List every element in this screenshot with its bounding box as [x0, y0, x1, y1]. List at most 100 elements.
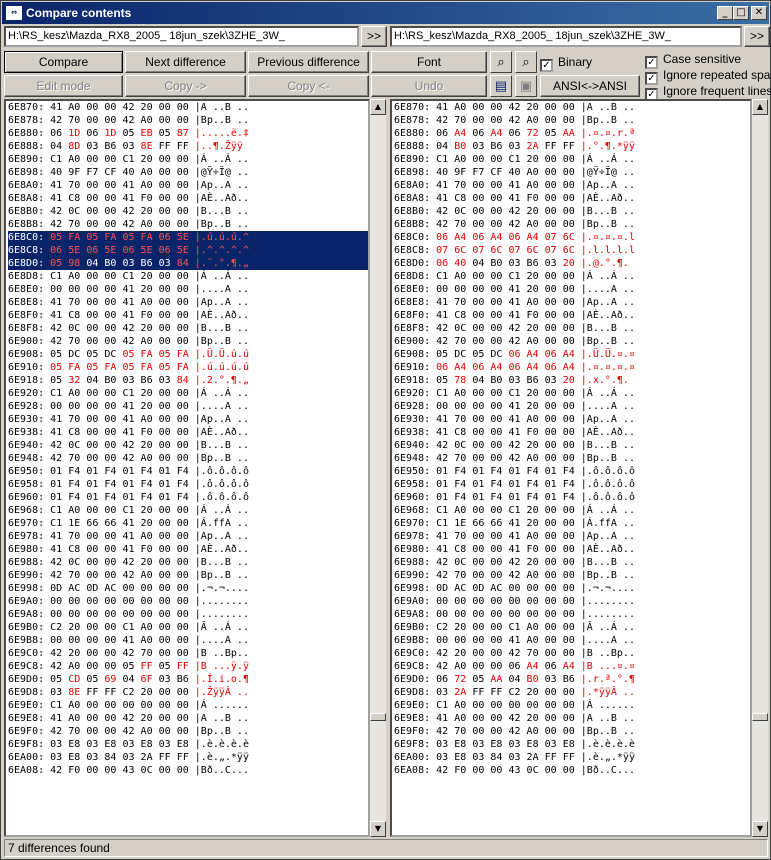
hex-line[interactable]: 6E8C0: 06 A4 06 A4 06 A4 07 6C |.¤.¤.¤.l — [394, 231, 750, 244]
hex-line[interactable]: 6E9F8: 03 E8 03 E8 03 E8 03 E8 |.è.è.è.è — [8, 738, 368, 751]
hex-line[interactable]: 6E930: 41 70 00 00 41 A0 00 00 |Ap..A .. — [8, 413, 368, 426]
hex-line[interactable]: 6E888: 04 8D 03 B6 03 8E FF FF |..¶.Žÿÿ — [8, 140, 368, 153]
hex-line[interactable]: 6E8F0: 41 C8 00 00 41 F0 00 00 |AÈ..Að.. — [8, 309, 368, 322]
hex-line[interactable]: 6E990: 42 70 00 00 42 A0 00 00 |Bp..B .. — [8, 569, 368, 582]
save-icon[interactable]: ▣ — [515, 75, 537, 97]
case-sensitive-checkbox[interactable]: ✓ Case sensitive — [645, 52, 741, 69]
right-hex-pane[interactable]: 6E870: 41 A0 00 00 42 20 00 00 |A ..B ..… — [390, 99, 752, 837]
hex-line[interactable]: 6E8F8: 42 0C 00 00 42 20 00 00 |B...B .. — [394, 322, 750, 335]
hex-line[interactable]: 6E9B8: 00 00 00 00 41 A0 00 00 |....A .. — [8, 634, 368, 647]
hex-line[interactable]: 6E960: 01 F4 01 F4 01 F4 01 F4 |.ô.ô.ô.ô — [394, 491, 750, 504]
hex-line[interactable]: 6EA08: 42 F0 00 00 43 0C 00 00 |Bð..C... — [8, 764, 368, 777]
hex-line[interactable]: 6E9A8: 00 00 00 00 00 00 00 00 |........ — [8, 608, 368, 621]
hex-line[interactable]: 6E930: 41 70 00 00 41 A0 00 00 |Ap..A .. — [394, 413, 750, 426]
hex-line[interactable]: 6E920: C1 A0 00 00 C1 20 00 00 |Á ..Á .. — [394, 387, 750, 400]
right-scroll-thumb[interactable] — [752, 713, 768, 721]
hex-line[interactable]: 6E900: 42 70 00 00 42 A0 00 00 |Bp..B .. — [394, 335, 750, 348]
hex-line[interactable]: 6E990: 42 70 00 00 42 A0 00 00 |Bp..B .. — [394, 569, 750, 582]
hex-line[interactable]: 6E950: 01 F4 01 F4 01 F4 01 F4 |.ô.ô.ô.ô — [8, 465, 368, 478]
hex-line[interactable]: 6E958: 01 F4 01 F4 01 F4 01 F4 |.ô.ô.ô.ô — [394, 478, 750, 491]
hex-line[interactable]: 6E9C8: 42 A0 00 00 05 FF 05 FF |B ...ÿ.ÿ — [8, 660, 368, 673]
scroll-up-icon[interactable]: ▲ — [752, 99, 768, 115]
hex-line[interactable]: 6E9D8: 03 8E FF FF C2 20 00 00 |.ŽÿÿÂ .. — [8, 686, 368, 699]
hex-line[interactable]: 6E8A0: 41 70 00 00 41 A0 00 00 |Ap..A .. — [394, 179, 750, 192]
hex-line[interactable]: 6E8A0: 41 70 00 00 41 A0 00 00 |Ap..A .. — [8, 179, 368, 192]
hex-line[interactable]: 6E998: 0D AC 0D AC 00 00 00 00 |.¬.¬.... — [394, 582, 750, 595]
hex-line[interactable]: 6E8C0: 05 FA 05 FA 05 FA 06 5E |.ú.ú.ú.^ — [8, 231, 368, 244]
hex-line[interactable]: 6E970: C1 1E 66 66 41 20 00 00 |Á.ffA .. — [394, 517, 750, 530]
hex-line[interactable]: 6E880: 06 1D 06 1D 05 EB 05 87 |.....ë.‡ — [8, 127, 368, 140]
hex-line[interactable]: 6E8B0: 42 0C 00 00 42 20 00 00 |B...B .. — [8, 205, 368, 218]
hex-line[interactable]: 6E9F0: 42 70 00 00 42 A0 00 00 |Bp..B .. — [8, 725, 368, 738]
hex-line[interactable]: 6E938: 41 C8 00 00 41 F0 00 00 |AÈ..Að.. — [394, 426, 750, 439]
hex-line[interactable]: 6E8F0: 41 C8 00 00 41 F0 00 00 |AÈ..Að.. — [394, 309, 750, 322]
hex-line[interactable]: 6E9D0: 05 CD 05 69 04 6F 03 B6 |.Í.i.o.¶ — [8, 673, 368, 686]
hex-line[interactable]: 6E9B8: 00 00 00 00 41 A0 00 00 |....A .. — [394, 634, 750, 647]
hex-line[interactable]: 6E870: 41 A0 00 00 42 20 00 00 |A ..B .. — [394, 101, 750, 114]
hex-line[interactable]: 6E8B8: 42 70 00 00 42 A0 00 00 |Bp..B .. — [8, 218, 368, 231]
compare-button[interactable]: Compare — [4, 51, 123, 73]
hex-line[interactable]: 6E878: 42 70 00 00 42 A0 00 00 |Bp..B .. — [394, 114, 750, 127]
hex-line[interactable]: 6E8C8: 07 6C 07 6C 07 6C 07 6C |.l.l.l.l — [394, 244, 750, 257]
hex-line[interactable]: 6E898: 40 9F F7 CF 40 A0 00 00 |@Ÿ÷Ï@ .. — [8, 166, 368, 179]
hex-line[interactable]: 6E890: C1 A0 00 00 C1 20 00 00 |Á ..Á .. — [8, 153, 368, 166]
left-scrollbar[interactable]: ▲ ▼ — [370, 99, 386, 837]
hex-line[interactable]: 6E9E8: 41 A0 00 00 42 20 00 00 |A ..B .. — [8, 712, 368, 725]
hex-line[interactable]: 6E9B0: C2 20 00 00 C1 A0 00 00 |Â ..Á .. — [8, 621, 368, 634]
hex-line[interactable]: 6E998: 0D AC 0D AC 00 00 00 00 |.¬.¬.... — [8, 582, 368, 595]
hex-line[interactable]: 6E988: 42 0C 00 00 42 20 00 00 |B...B .. — [8, 556, 368, 569]
scroll-down-icon[interactable]: ▼ — [752, 821, 768, 837]
hex-line[interactable]: 6E8D8: C1 A0 00 00 C1 20 00 00 |Á ..Á .. — [394, 270, 750, 283]
hex-line[interactable]: 6E910: 06 A4 06 A4 06 A4 06 A4 |.¤.¤.¤.¤ — [394, 361, 750, 374]
hex-line[interactable]: 6E9F0: 42 70 00 00 42 A0 00 00 |Bp..B .. — [394, 725, 750, 738]
hex-line[interactable]: 6E948: 42 70 00 00 42 A0 00 00 |Bp..B .. — [8, 452, 368, 465]
right-file-path[interactable]: H:\RS_kesz\Mazda_RX8_2005_ 18jun_szek\3Z… — [390, 26, 742, 47]
copy-left-button[interactable]: Copy <- — [248, 75, 369, 97]
hex-line[interactable]: 6E968: C1 A0 00 00 C1 20 00 00 |Á ..Á .. — [394, 504, 750, 517]
hex-line[interactable]: 6E8A8: 41 C8 00 00 41 F0 00 00 |AÈ..Að.. — [8, 192, 368, 205]
hex-line[interactable]: 6E928: 00 00 00 00 41 20 00 00 |....A .. — [8, 400, 368, 413]
hex-line[interactable]: 6E908: 05 DC 05 DC 06 A4 06 A4 |.Ü.Ü.¤.¤ — [394, 348, 750, 361]
hex-line[interactable]: 6E900: 42 70 00 00 42 A0 00 00 |Bp..B .. — [8, 335, 368, 348]
hex-line[interactable]: 6E878: 42 70 00 00 42 A0 00 00 |Bp..B .. — [8, 114, 368, 127]
next-difference-button[interactable]: Next difference — [125, 51, 246, 73]
hex-line[interactable]: 6E9E0: C1 A0 00 00 00 00 00 00 |Á ...... — [394, 699, 750, 712]
font-button[interactable]: Font — [371, 51, 487, 73]
undo-button[interactable]: Undo — [371, 75, 487, 97]
left-hex-pane[interactable]: 6E870: 41 A0 00 00 42 20 00 00 |A ..B ..… — [4, 99, 370, 837]
copy-right-button[interactable]: Copy -> — [125, 75, 246, 97]
hex-line[interactable]: 6E918: 05 78 04 B0 03 B6 03 20 |.x.°.¶. — [394, 374, 750, 387]
hex-line[interactable]: 6E980: 41 C8 00 00 41 F0 00 00 |AÈ..Að.. — [8, 543, 368, 556]
right-browse-button[interactable]: >> — [744, 26, 770, 47]
hex-line[interactable]: 6E9E0: C1 A0 00 00 00 00 00 00 |Á ...... — [8, 699, 368, 712]
ansi-ansi-button[interactable]: ANSI<->ANSI — [540, 75, 640, 97]
hex-line[interactable]: 6E8E0: 00 00 00 00 41 20 00 00 |....A .. — [394, 283, 750, 296]
hex-line[interactable]: 6E9E8: 41 A0 00 00 42 20 00 00 |A ..B .. — [394, 712, 750, 725]
hex-line[interactable]: 6E8D8: C1 A0 00 00 C1 20 00 00 |Á ..Á .. — [8, 270, 368, 283]
hex-line[interactable]: 6E8E8: 41 70 00 00 41 A0 00 00 |Ap..A .. — [8, 296, 368, 309]
maximize-icon[interactable]: □ — [733, 6, 749, 20]
hex-line[interactable]: 6E978: 41 70 00 00 41 A0 00 00 |Ap..A .. — [8, 530, 368, 543]
binoculars-next-icon[interactable]: ⌕ — [515, 51, 537, 73]
hex-line[interactable]: 6E9C0: 42 20 00 00 42 70 00 00 |B ..Bp.. — [394, 647, 750, 660]
hex-line[interactable]: 6E9A0: 00 00 00 00 00 00 00 00 |........ — [8, 595, 368, 608]
hex-line[interactable]: 6E958: 01 F4 01 F4 01 F4 01 F4 |.ô.ô.ô.ô — [8, 478, 368, 491]
hex-line[interactable]: 6E8E0: 00 00 00 00 41 20 00 00 |....A .. — [8, 283, 368, 296]
scroll-down-icon[interactable]: ▼ — [370, 821, 386, 837]
hex-line[interactable]: 6E8E8: 41 70 00 00 41 A0 00 00 |Ap..A .. — [394, 296, 750, 309]
hex-line[interactable]: 6EA00: 03 E8 03 84 03 2A FF FF |.è.„.*ÿÿ — [8, 751, 368, 764]
left-browse-button[interactable]: >> — [361, 26, 387, 47]
scroll-up-icon[interactable]: ▲ — [370, 99, 386, 115]
hex-line[interactable]: 6E870: 41 A0 00 00 42 20 00 00 |A ..B .. — [8, 101, 368, 114]
hex-line[interactable]: 6E950: 01 F4 01 F4 01 F4 01 F4 |.ô.ô.ô.ô — [394, 465, 750, 478]
hex-line[interactable]: 6E9B0: C2 20 00 00 C1 A0 00 00 |Â ..Á .. — [394, 621, 750, 634]
binoculars-icon[interactable]: ⌕ — [490, 51, 512, 73]
hex-line[interactable]: 6EA00: 03 E8 03 84 03 2A FF FF |.è.„.*ÿÿ — [394, 751, 750, 764]
hex-line[interactable]: 6E980: 41 C8 00 00 41 F0 00 00 |AÈ..Að.. — [394, 543, 750, 556]
hex-line[interactable]: 6EA08: 42 F0 00 00 43 0C 00 00 |Bð..C... — [394, 764, 750, 777]
previous-difference-button[interactable]: Previous difference — [248, 51, 369, 73]
hex-line[interactable]: 6E908: 05 DC 05 DC 05 FA 05 FA |.Ü.Ü.ú.ú — [8, 348, 368, 361]
hex-line[interactable]: 6E920: C1 A0 00 00 C1 20 00 00 |Á ..Á .. — [8, 387, 368, 400]
hex-line[interactable]: 6E9C0: 42 20 00 00 42 70 00 00 |B ..Bp.. — [8, 647, 368, 660]
hex-line[interactable]: 6E8F8: 42 0C 00 00 42 20 00 00 |B...B .. — [8, 322, 368, 335]
